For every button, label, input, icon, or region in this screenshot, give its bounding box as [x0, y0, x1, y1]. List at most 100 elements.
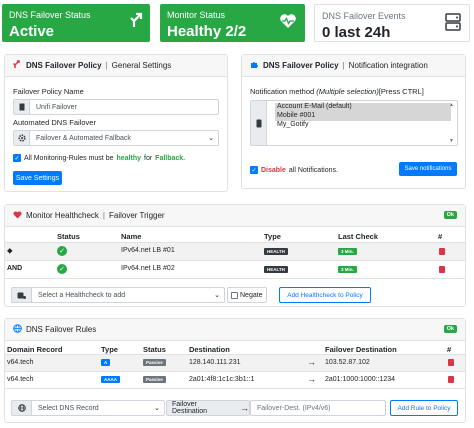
hc-row-name: IPv64.net LB #01 — [121, 247, 175, 254]
notification-method-label: Notification method (Multiple selection)… — [250, 87, 424, 96]
scroll-down-icon[interactable]: ▼ — [449, 138, 454, 144]
policy-settings-header: DNS Failover Policy | General Settings — [5, 55, 227, 77]
rule-type: A — [101, 359, 111, 366]
rule-row-1: v64.tech A Passive 128.140.111.231 → 103… — [5, 355, 465, 371]
rules-col-status: Status — [143, 345, 166, 354]
rule-failover: 2a01:1000:1000::1234 — [325, 376, 396, 383]
failover-destination-label: Failover Destination — [172, 401, 208, 415]
failover-mode-value: Failover & Automated Fallback — [36, 134, 131, 142]
rules-header: DNS Failover Rules — [5, 319, 465, 341]
negate-toggle[interactable]: Negate — [227, 287, 267, 303]
hc-row-last: 3 Min. — [338, 248, 357, 255]
failover-events-label: DNS Failover Events — [322, 11, 406, 21]
fallback-rule-healthy: healthy — [116, 154, 141, 162]
policy-settings-title: DNS Failover Policy — [26, 61, 102, 70]
rule-domain: v64.tech — [7, 359, 34, 366]
chevron-down-icon: ⌄ — [214, 292, 220, 299]
notification-header: DNS Failover Policy | Notification integ… — [242, 55, 465, 77]
failover-events-card: DNS Failover Events 0 last 24h — [314, 4, 470, 42]
healthcheck-panel: Monitor Healthcheck | Failover Trigger O… — [4, 204, 466, 307]
notification-option-email[interactable]: Account E-Mail (default) — [275, 103, 451, 112]
failover-events-value: 0 last 24h — [322, 24, 391, 41]
notification-option-mobile[interactable]: Mobile #001 — [275, 112, 451, 121]
failover-rules-panel: DNS Failover Rules Ok Domain Record Type… — [4, 318, 466, 423]
rule-domain: v64.tech — [7, 376, 34, 383]
rules-col-domain: Domain Record — [7, 345, 63, 354]
healthcheck-select[interactable]: Select a Healthcheck to add ⌄ — [11, 287, 225, 303]
healthcheck-ok-badge: Ok — [443, 211, 457, 219]
monitor-status-value: Healthy 2/2 — [167, 23, 247, 40]
rule-failover: 103.52.87.102 — [325, 359, 370, 366]
method-label-em: (Multiple selection) — [316, 87, 379, 96]
rules-col-actions: # — [447, 345, 452, 354]
fallback-rule-fallback: Fallback. — [155, 154, 186, 162]
scroll-up-icon[interactable]: ▲ — [449, 102, 454, 108]
hc-row-1: ⬥ ✓ IPv64.net LB #01 HEALTH 3 Min. — [5, 243, 465, 260]
add-healthcheck-button[interactable]: Add Healthcheck to Policy — [279, 287, 371, 303]
failover-destination-addon: Failover Destination → — [166, 400, 250, 416]
hc-row-type: HEALTH — [264, 248, 288, 255]
policy-name-value: Unifi Failover — [36, 103, 77, 111]
fallback-rule-text-pre: All Monitoring-Rules must be — [24, 154, 114, 162]
fallback-rule-checkbox[interactable]: ✓ — [13, 154, 21, 162]
disable-word: Disable — [261, 166, 286, 174]
puzzle-icon — [250, 60, 259, 71]
arrow-right-icon: → — [307, 374, 316, 384]
hc-col-status: Status — [57, 232, 80, 241]
healthcheck-add-icon — [12, 288, 32, 302]
globe-icon — [12, 401, 32, 415]
negate-checkbox[interactable] — [231, 291, 238, 299]
hc-row-last: 3 Min. — [338, 266, 357, 273]
delete-trash-icon[interactable] — [448, 376, 454, 383]
add-rule-button[interactable]: Add Rule to Policy — [390, 400, 458, 416]
hc-col-lastcheck: Last Check — [338, 232, 379, 241]
rule-type: AAAA — [101, 376, 120, 383]
policy-name-input[interactable]: Unifi Failover — [13, 99, 219, 115]
failover-arrow-icon — [130, 12, 144, 33]
healthcheck-subtitle: Failover Trigger — [109, 211, 165, 220]
dns-record-select[interactable]: Select DNS Record ⌄ — [11, 400, 165, 416]
disable-notifications-row: ✓ Disable all Notifications. — [250, 166, 338, 174]
branch-icon — [12, 60, 22, 71]
method-label-pre: Notification method — [250, 87, 317, 96]
rules-col-type: Type — [101, 345, 118, 354]
rule-status: Passive — [143, 376, 166, 383]
globe-icon — [13, 324, 22, 335]
hc-row-name: IPv64.net LB #02 — [121, 265, 175, 272]
delete-trash-icon[interactable] — [439, 266, 445, 273]
status-ok-icon: ✓ — [57, 246, 67, 256]
status-ok-icon: ✓ — [57, 264, 67, 274]
policy-settings-subtitle: General Settings — [111, 61, 172, 70]
server-icon — [445, 13, 461, 36]
notification-subtitle: Notification integration — [348, 61, 428, 70]
save-settings-button[interactable]: Save Settings — [13, 171, 62, 185]
failover-mode-select[interactable]: Failover & Automated Fallback ⌄ — [13, 130, 219, 146]
method-label-post: [Press CTRL] — [378, 87, 424, 96]
heartbeat-icon — [13, 210, 22, 221]
fallback-rule-text-mid: for — [144, 154, 153, 162]
rule-status: Passive — [143, 359, 166, 366]
chevron-down-icon: ⌄ — [154, 405, 160, 412]
gear-icon — [14, 131, 30, 145]
failover-status-label: DNS Failover Status — [9, 10, 91, 20]
rules-col-dest: Destination — [189, 345, 230, 354]
disable-rest: all Notifications. — [288, 166, 338, 174]
heart-pulse-icon — [279, 13, 297, 34]
notification-method-select[interactable]: Account E-Mail (default) Mobile #001 My_… — [250, 100, 458, 146]
failover-mode-label: Automated DNS Failover — [13, 118, 96, 127]
notification-option-gotify[interactable]: My_Gotify — [275, 121, 451, 130]
monitor-status-label: Monitor Status — [167, 10, 226, 20]
failover-destination-input[interactable]: Failover-Dest. (IPv4/v6) — [250, 400, 386, 416]
notification-panel: DNS Failover Policy | Notification integ… — [241, 54, 466, 189]
rules-col-failover: Failover Destination — [325, 345, 397, 354]
hc-row-type: HEALTH — [264, 266, 288, 273]
disable-notifications-checkbox[interactable]: ✓ — [250, 166, 258, 174]
policy-settings-panel: DNS Failover Policy | General Settings F… — [4, 54, 228, 192]
hc-row-prefix: AND — [7, 265, 23, 272]
healthcheck-title: Monitor Healthcheck — [26, 211, 99, 220]
file-icon — [14, 100, 30, 114]
delete-trash-icon[interactable] — [439, 248, 445, 255]
save-notifications-button[interactable]: Save notifications — [399, 162, 457, 176]
and-diamond-icon: ⬥ — [7, 246, 13, 255]
delete-trash-icon[interactable] — [448, 359, 454, 366]
